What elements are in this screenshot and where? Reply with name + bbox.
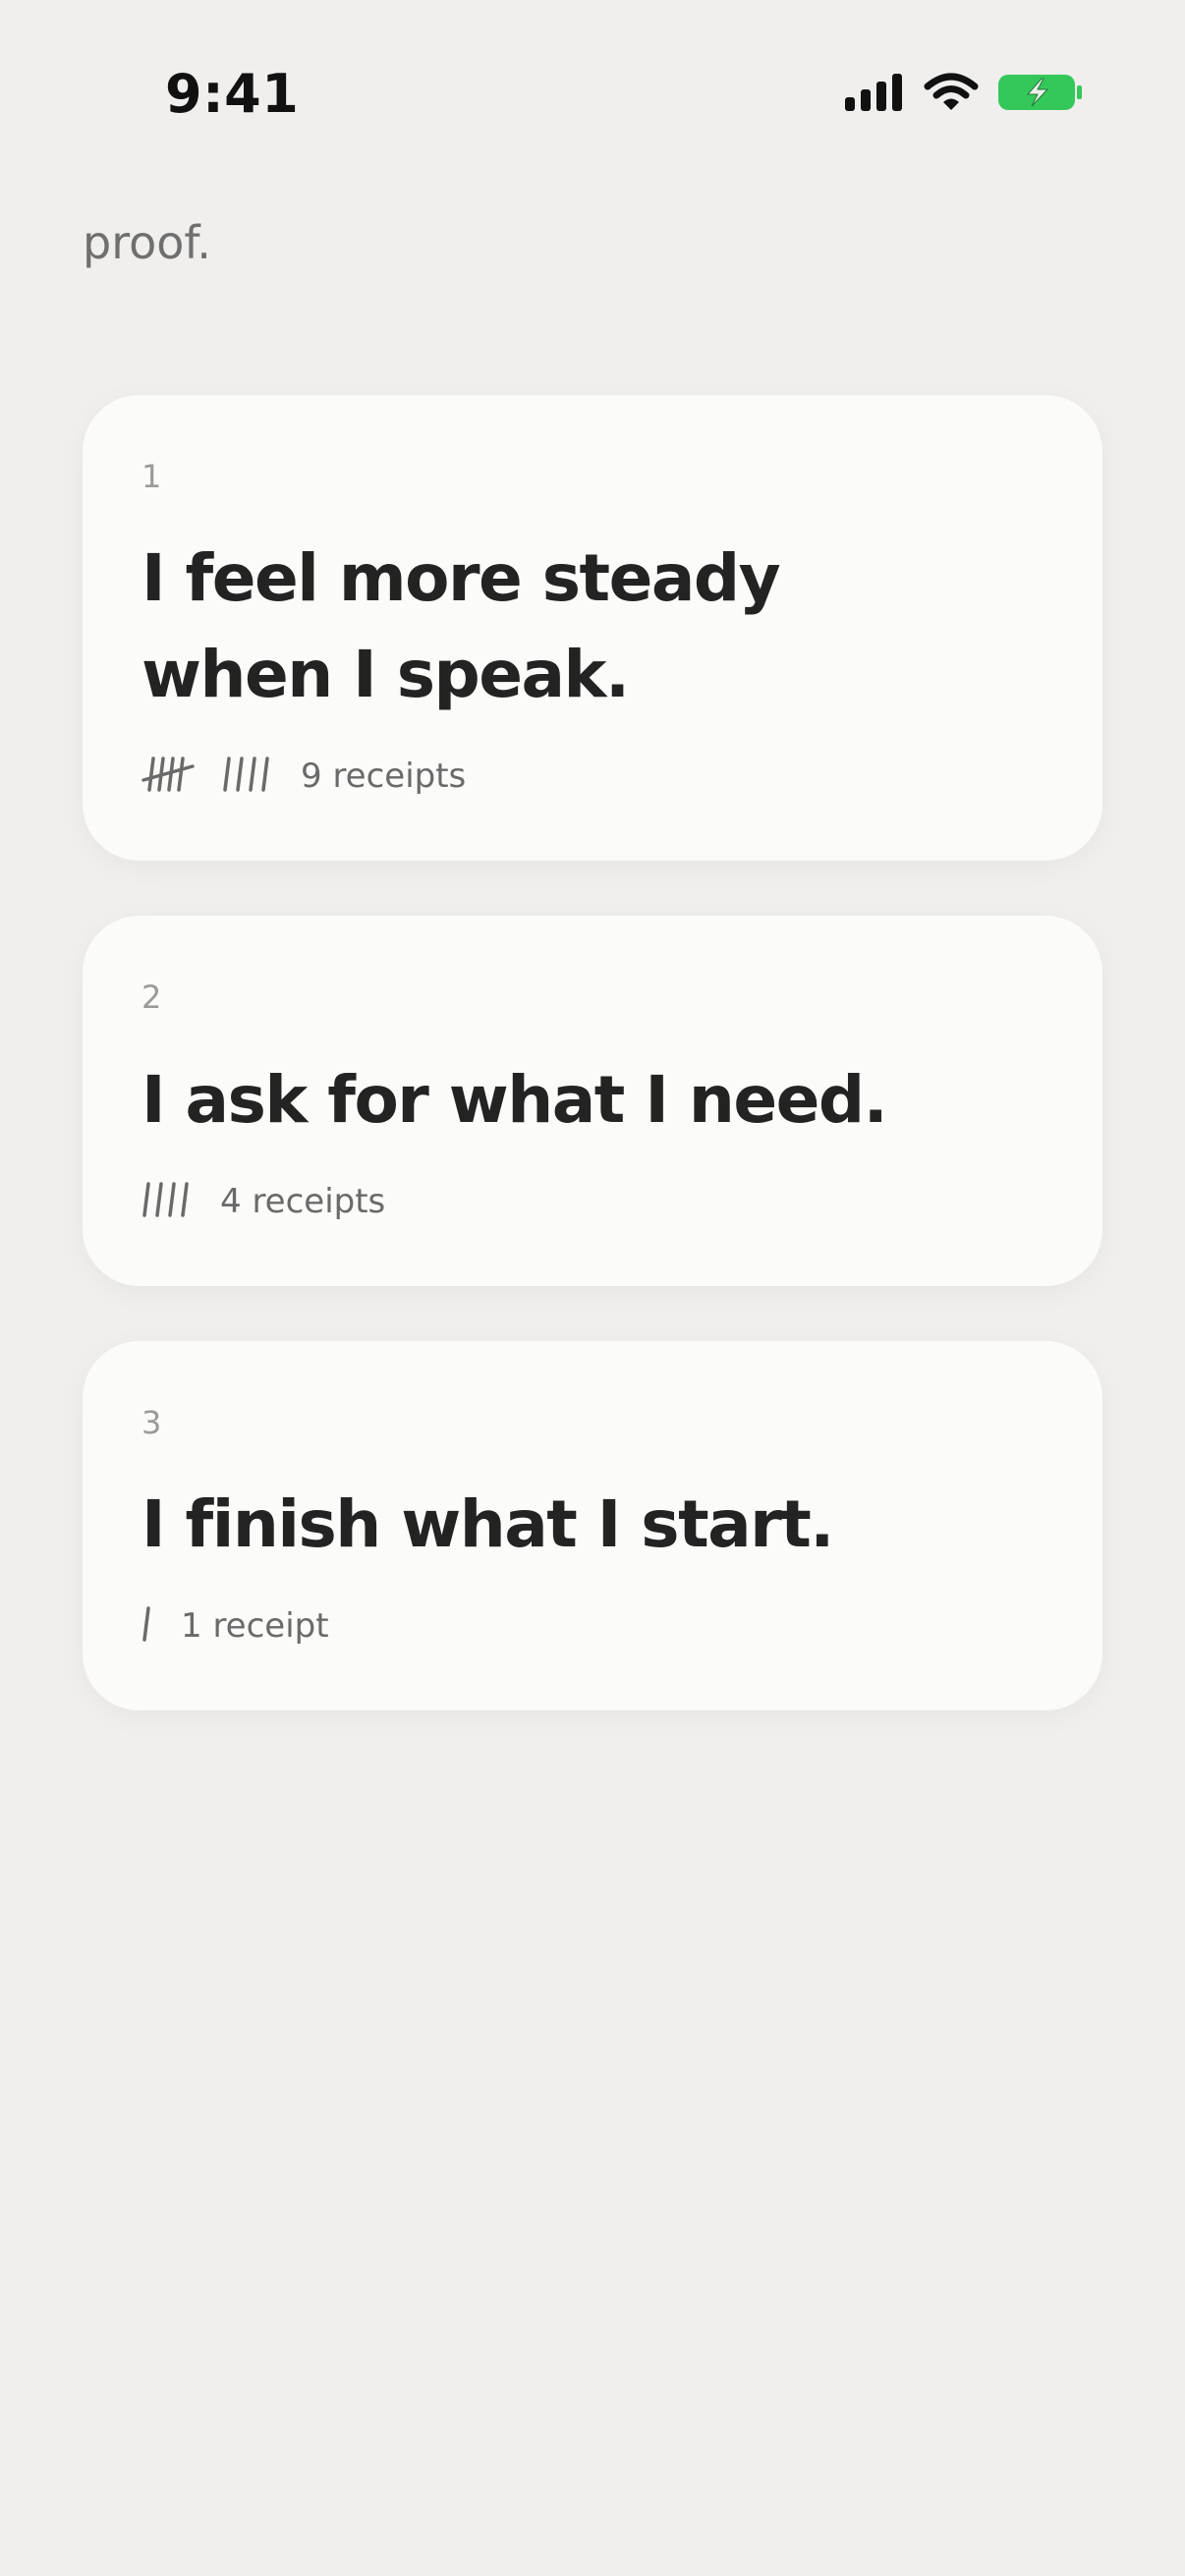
receipt-count: 9 receipts [301, 756, 467, 797]
tally-one-icon [141, 1604, 153, 1648]
affirmation-list: 1 I feel more steady when I speak. 9 rec… [83, 395, 1102, 1765]
affirmation-card[interactable]: 2 I ask for what I need. 4 receipts [83, 916, 1102, 1286]
tally-five-icon [141, 755, 197, 798]
card-title: I ask for what I need. [141, 1061, 888, 1138]
card-footer: 9 receipts [141, 755, 1044, 798]
card-index: 3 [141, 1403, 162, 1441]
status-bar: 9:41 [0, 0, 1185, 187]
wifi-icon [924, 73, 979, 116]
affirmation-card[interactable]: 1 I feel more steady when I speak. 9 rec… [83, 395, 1102, 862]
status-time: 9:41 [165, 63, 300, 125]
card-footer: 1 receipt [141, 1604, 1044, 1648]
card-footer: 4 receipts [141, 1180, 1044, 1223]
app-title: proof. [83, 216, 211, 269]
battery-charging-icon [998, 73, 1083, 116]
receipt-count: 1 receipt [181, 1606, 329, 1647]
tally-marks [141, 1180, 193, 1223]
status-icons [845, 73, 1083, 116]
tally-four-icon [141, 1180, 193, 1223]
card-title: I feel more steady when I speak. [141, 540, 781, 713]
tally-marks [141, 1604, 153, 1648]
card-index: 1 [141, 458, 162, 495]
affirmation-card[interactable]: 3 I finish what I start. 1 receipt [83, 1340, 1102, 1711]
card-title: I finish what I start. [141, 1486, 834, 1563]
tally-marks [141, 755, 273, 798]
card-index: 2 [141, 979, 162, 1017]
receipt-count: 4 receipts [220, 1181, 386, 1221]
cellular-signal-icon [845, 74, 904, 115]
tally-four-icon [222, 755, 273, 798]
